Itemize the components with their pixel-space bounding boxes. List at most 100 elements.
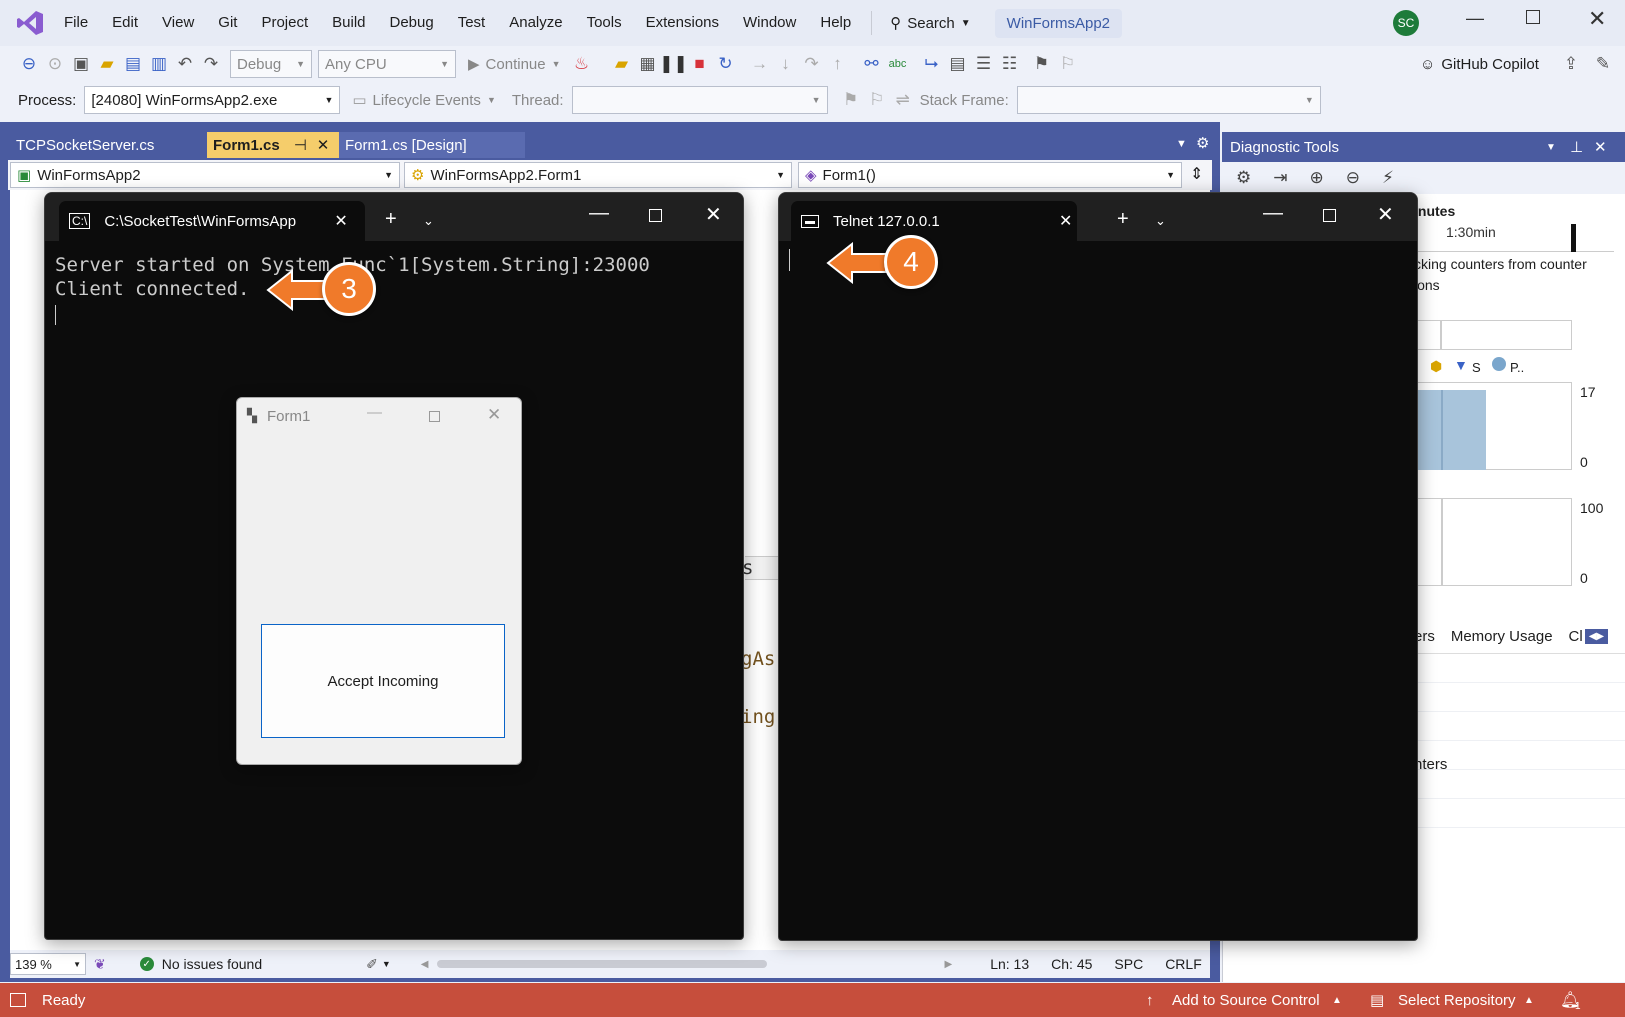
cursor-icon[interactable]: ⮡ xyxy=(919,51,945,77)
copilot-button[interactable]: ☺ GitHub Copilot xyxy=(1420,50,1539,78)
menu-item-analyze[interactable]: Analyze xyxy=(497,0,574,46)
search-box[interactable]: ⚲ Search ▼ xyxy=(880,8,980,38)
bookmark-prev-icon[interactable]: ⚐ xyxy=(1055,51,1081,77)
settings-icon[interactable]: ⚙ xyxy=(1196,134,1209,152)
minimize-button[interactable]: — xyxy=(1466,8,1484,29)
lifecycle-events[interactable]: Lifecycle Events xyxy=(373,92,481,109)
maximize-button[interactable] xyxy=(1323,209,1336,222)
feedback-icon[interactable]: ✎ xyxy=(1590,51,1616,77)
line-number[interactable]: Ln: 13 xyxy=(990,956,1029,972)
menu-item-project[interactable]: Project xyxy=(249,0,320,46)
step-over-icon[interactable]: → xyxy=(747,51,773,77)
tab-memory-usage[interactable]: Memory Usage xyxy=(1451,628,1553,645)
tab-form1-design[interactable]: Form1.cs [Design] xyxy=(339,132,525,158)
back-icon[interactable]: ⊖ xyxy=(16,51,42,77)
tab-cpu[interactable]: Cl xyxy=(1569,628,1583,645)
line-ending[interactable]: CRLF xyxy=(1165,956,1202,972)
settings-icon[interactable]: ⚙ xyxy=(1236,168,1251,188)
pin-panel-icon[interactable]: ⊥ xyxy=(1570,138,1583,156)
maximize-button[interactable] xyxy=(429,411,440,422)
scroll-left-icon[interactable]: ◀ xyxy=(421,959,429,970)
close-tab-icon[interactable]: ✕ xyxy=(1059,211,1072,231)
minimize-button[interactable]: — xyxy=(1263,203,1283,223)
menu-item-build[interactable]: Build xyxy=(320,0,377,46)
flag-all-icon[interactable]: ⚐ xyxy=(864,87,890,113)
column-number[interactable]: Ch: 45 xyxy=(1051,956,1092,972)
close-button[interactable]: ✕ xyxy=(705,205,722,225)
maximize-button[interactable] xyxy=(649,209,662,222)
minimize-button[interactable]: — xyxy=(367,404,382,421)
continue-button[interactable]: ▶ Continue ▼ xyxy=(468,55,561,74)
process-select[interactable]: [24080] WinFormsApp2.exe ▼ xyxy=(84,86,341,114)
select-repository[interactable]: Select Repository xyxy=(1398,992,1516,1009)
avatar[interactable]: SC xyxy=(1393,10,1419,36)
format-icon[interactable]: ▤ xyxy=(945,51,971,77)
horizontal-scrollbar[interactable] xyxy=(436,960,767,968)
bookmark-icon[interactable]: ⚑ xyxy=(1029,51,1055,77)
zoom-out-icon[interactable]: ⊖ xyxy=(1346,168,1360,188)
member-select[interactable]: ◈ Form1() ▼ xyxy=(798,162,1182,188)
new-tab-icon[interactable]: + xyxy=(1117,209,1129,229)
undo-icon[interactable]: ↶ xyxy=(172,51,198,77)
class-select[interactable]: ⚙ WinFormsApp2.Form1 ▼ xyxy=(404,162,792,188)
indent-icon[interactable]: ☰ xyxy=(971,51,997,77)
thread-select[interactable]: ▼ xyxy=(571,86,828,114)
tab-overflow-icon[interactable]: ▼ xyxy=(1176,138,1187,150)
menu-item-help[interactable]: Help xyxy=(808,0,863,46)
tab-dropdown-icon[interactable]: ⌄ xyxy=(423,211,434,231)
tab-form1-cs[interactable]: Form1.cs ⊣ ✕ xyxy=(207,132,339,158)
reset-view-icon[interactable]: ⚡ xyxy=(1382,168,1394,188)
menu-item-file[interactable]: File xyxy=(52,0,100,46)
outdent-icon[interactable]: ☷ xyxy=(997,51,1023,77)
close-button[interactable]: ✕ xyxy=(487,405,501,425)
menu-item-test[interactable]: Test xyxy=(446,0,498,46)
terminal-tab[interactable]: C:\ C:\SocketTest\WinFormsApp ✕ xyxy=(59,201,365,241)
step-into-icon[interactable]: ↓ xyxy=(773,51,799,77)
issues-status[interactable]: No issues found xyxy=(162,956,262,972)
close-button[interactable]: ✕ xyxy=(1588,6,1606,32)
list-item[interactable]: nters xyxy=(1414,756,1447,773)
platform-select[interactable]: Any CPU ▼ xyxy=(318,50,456,78)
flag-icon[interactable]: ⚑ xyxy=(838,87,864,113)
save-all-icon[interactable]: ▥ xyxy=(146,51,172,77)
menu-item-git[interactable]: Git xyxy=(206,0,249,46)
pause-icon[interactable]: ❚❚ xyxy=(659,51,688,77)
panel-dropdown-icon[interactable]: ▼ xyxy=(1546,142,1556,153)
new-tab-icon[interactable]: + xyxy=(385,209,397,229)
split-icon[interactable]: ⇕ xyxy=(1190,164,1203,184)
menu-item-view[interactable]: View xyxy=(150,0,206,46)
zoom-select[interactable]: 139 % ▼ xyxy=(10,953,86,975)
menu-item-tools[interactable]: Tools xyxy=(575,0,634,46)
save-icon[interactable]: ▤ xyxy=(120,51,146,77)
timeline-scroll[interactable] xyxy=(1414,320,1572,350)
configuration-select[interactable]: Debug ▼ xyxy=(230,50,312,78)
open-folder-icon[interactable]: ▰ xyxy=(94,51,120,77)
spell-check-icon[interactable]: abc xyxy=(885,51,911,77)
scroll-right-icon[interactable]: ▶ xyxy=(945,959,953,970)
menu-item-extensions[interactable]: Extensions xyxy=(634,0,731,46)
forward-icon[interactable]: ⊙ xyxy=(42,51,68,77)
close-panel-icon[interactable]: ✕ xyxy=(1594,138,1607,156)
tab-tcpsocketserver[interactable]: TCPSocketServer.cs xyxy=(10,132,204,158)
menu-item-edit[interactable]: Edit xyxy=(100,0,150,46)
redo-icon[interactable]: ↷ xyxy=(198,51,224,77)
stop-icon[interactable]: ■ xyxy=(687,51,713,77)
spacing-indicator[interactable]: SPC xyxy=(1114,956,1143,972)
zoom-in-icon[interactable]: ⊕ xyxy=(1310,168,1324,188)
pin-icon[interactable]: ⊣ xyxy=(294,136,307,154)
step-back-icon[interactable]: ↷ xyxy=(799,51,825,77)
layout-icon[interactable]: ▦ xyxy=(635,51,661,77)
vs-logo-icon[interactable] xyxy=(8,0,52,46)
diagnostics-icon[interactable]: ⚯ xyxy=(859,51,885,77)
tab-scroll-icon[interactable]: ◀▶ xyxy=(1584,629,1609,644)
thread-icon[interactable]: ⇌ xyxy=(890,87,916,113)
close-tab-icon[interactable]: ✕ xyxy=(334,211,347,231)
maximize-button[interactable] xyxy=(1526,10,1540,24)
stack-frame-select[interactable]: ▼ xyxy=(1016,86,1321,114)
timeline-thumb[interactable] xyxy=(1440,320,1442,350)
intellicode-icon[interactable]: ❦ xyxy=(94,956,106,973)
share-icon[interactable]: ⇪ xyxy=(1558,51,1584,77)
menu-item-debug[interactable]: Debug xyxy=(378,0,446,46)
new-item-icon[interactable]: ▣ xyxy=(68,51,94,77)
hot-reload-icon[interactable]: ♨ xyxy=(569,51,595,77)
